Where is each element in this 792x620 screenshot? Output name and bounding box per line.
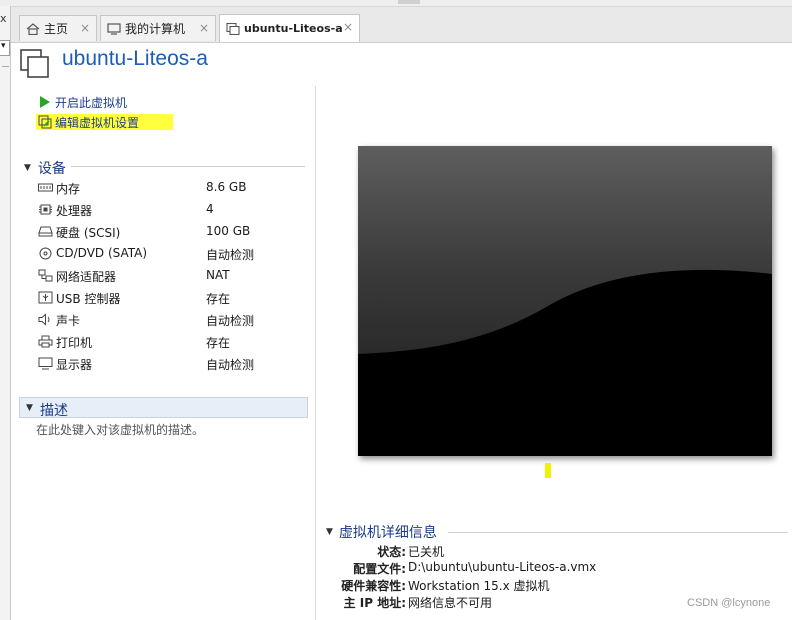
devices-title: 设备 — [37, 161, 66, 177]
library-dropdown[interactable]: ▾ — [0, 40, 10, 56]
details-title: 虚拟机详细信息 — [338, 525, 437, 541]
device-value: 存在 — [206, 336, 231, 350]
detail-row-status: 状态: 已关机 — [316, 543, 716, 559]
page-title: ubuntu-Liteos-a — [62, 47, 208, 70]
section-divider — [448, 532, 788, 533]
edit-settings-button[interactable]: 编辑虚拟机设置 — [36, 114, 173, 130]
device-name: 打印机 — [56, 336, 93, 350]
device-name: 声卡 — [56, 314, 81, 328]
device-name: 网络适配器 — [56, 270, 117, 284]
tab-label: 我的计算机 — [125, 22, 186, 36]
text-cursor-mark — [545, 463, 551, 478]
sound-card-icon — [38, 313, 53, 326]
device-name: 处理器 — [56, 204, 93, 218]
description-title: 描述 — [40, 403, 68, 419]
collapse-triangle-icon: ▼ — [24, 163, 31, 173]
section-divider — [71, 166, 305, 167]
device-name: 内存 — [56, 182, 81, 196]
vm-screen-thumbnail[interactable] — [358, 146, 772, 456]
vm-icon — [226, 22, 240, 35]
detail-row-config-file: 配置文件: D:\ubuntu\ubuntu-Liteos-a.vmx — [316, 560, 716, 576]
network-adapter-icon — [38, 269, 53, 282]
library-close-icon[interactable]: x — [0, 12, 7, 25]
device-row-usb-controller[interactable]: USB 控制器 存在 — [38, 289, 298, 307]
computer-icon — [107, 22, 121, 35]
device-row-processor[interactable]: 处理器 4 — [38, 201, 298, 219]
detail-key: 硬件兼容性: — [341, 579, 406, 593]
device-row-display[interactable]: 显示器 自动检测 — [38, 355, 298, 373]
printer-icon — [38, 335, 53, 348]
vm-preview-pane: ▼ 虚拟机详细信息 状态: 已关机 配置文件: D:\ubuntu\ubuntu… — [316, 86, 792, 620]
detail-value: Workstation 15.x 虚拟机 — [408, 579, 550, 593]
tab-label: ubuntu-Liteos-a — [244, 22, 343, 35]
device-name: USB 控制器 — [56, 292, 121, 306]
device-value: 自动检测 — [206, 314, 255, 328]
device-row-network-adapter[interactable]: 网络适配器 NAT — [38, 267, 298, 285]
tab-bar: 主页 × 我的计算机 × ubuntu-Liteos-a × — [11, 7, 792, 43]
detail-value: 已关机 — [408, 545, 445, 559]
description-input[interactable]: 在此处键入对该虚拟机的描述。 — [36, 421, 204, 438]
watermark: CSDN @lcynone — [687, 597, 771, 609]
tab-ubuntu-liteos-a[interactable]: ubuntu-Liteos-a × — [219, 14, 360, 42]
power-on-button[interactable]: 开启此虚拟机 — [38, 94, 127, 110]
display-icon — [38, 357, 53, 370]
tab-home[interactable]: 主页 × — [19, 15, 97, 41]
home-icon — [26, 22, 40, 35]
collapse-triangle-icon: ▼ — [26, 403, 33, 413]
device-value: 自动检测 — [206, 358, 255, 372]
detail-key: 状态: — [377, 545, 406, 559]
device-value: 8.6 GB — [206, 180, 247, 194]
edit-settings-icon — [38, 115, 52, 129]
close-icon[interactable]: × — [199, 21, 209, 35]
detail-key: 配置文件: — [353, 562, 406, 576]
detail-key: 主 IP 地址: — [343, 596, 406, 610]
device-row-sound-card[interactable]: 声卡 自动检测 — [38, 311, 298, 329]
device-value: NAT — [206, 268, 230, 282]
tab-label: 主页 — [44, 22, 69, 36]
device-value: 自动检测 — [206, 248, 255, 262]
devices-section-header[interactable]: ▼ 设备 — [24, 158, 66, 178]
top-strip — [0, 0, 792, 7]
tab-my-computer[interactable]: 我的计算机 × — [100, 15, 216, 41]
vm-header: ubuntu-Liteos-a — [11, 43, 792, 85]
device-name: 硬盘 (SCSI) — [56, 226, 121, 240]
device-value: 存在 — [206, 292, 231, 306]
device-name: 显示器 — [56, 358, 93, 372]
device-value: 100 GB — [206, 224, 251, 238]
memory-icon — [38, 181, 53, 194]
device-row-cd-dvd[interactable]: CD/DVD (SATA) 自动检测 — [38, 245, 298, 263]
usb-icon — [38, 291, 53, 304]
details-section-header[interactable]: ▼ 虚拟机详细信息 — [326, 522, 437, 542]
power-on-label: 开启此虚拟机 — [55, 95, 128, 110]
vm-summary-pane: 开启此虚拟机 编辑虚拟机设置 ▼ 设备 内存 8.6 GB 处理器 4 硬盘 (… — [11, 86, 316, 620]
device-value: 4 — [206, 202, 214, 216]
chevron-down-icon: ▾ — [1, 41, 6, 51]
device-row-printer[interactable]: 打印机 存在 — [38, 333, 298, 351]
detail-row-ip-address: 主 IP 地址: 网络信息不可用 — [316, 594, 716, 610]
processor-icon — [38, 203, 53, 216]
detail-row-hardware-compat: 硬件兼容性: Workstation 15.x 虚拟机 — [316, 577, 716, 593]
detail-value: 网络信息不可用 — [408, 596, 493, 610]
vm-icon — [20, 49, 50, 79]
hard-disk-icon — [38, 225, 53, 238]
close-icon[interactable]: × — [80, 21, 90, 35]
cd-dvd-icon — [38, 247, 53, 260]
device-row-hard-disk[interactable]: 硬盘 (SCSI) 100 GB — [38, 223, 298, 241]
edit-settings-label: 编辑虚拟机设置 — [55, 115, 140, 130]
description-section-header[interactable]: ▼ 描述 — [19, 397, 308, 419]
divider — [2, 66, 9, 67]
library-sliver: x ▾ — [0, 6, 11, 620]
device-row-memory[interactable]: 内存 8.6 GB — [38, 179, 298, 197]
detail-value: D:\ubuntu\ubuntu-Liteos-a.vmx — [408, 560, 597, 574]
splitter-grip[interactable] — [398, 0, 420, 4]
device-name: CD/DVD (SATA) — [56, 246, 148, 260]
collapse-triangle-icon: ▼ — [326, 527, 333, 537]
close-icon[interactable]: × — [343, 20, 353, 34]
play-icon — [38, 95, 52, 109]
